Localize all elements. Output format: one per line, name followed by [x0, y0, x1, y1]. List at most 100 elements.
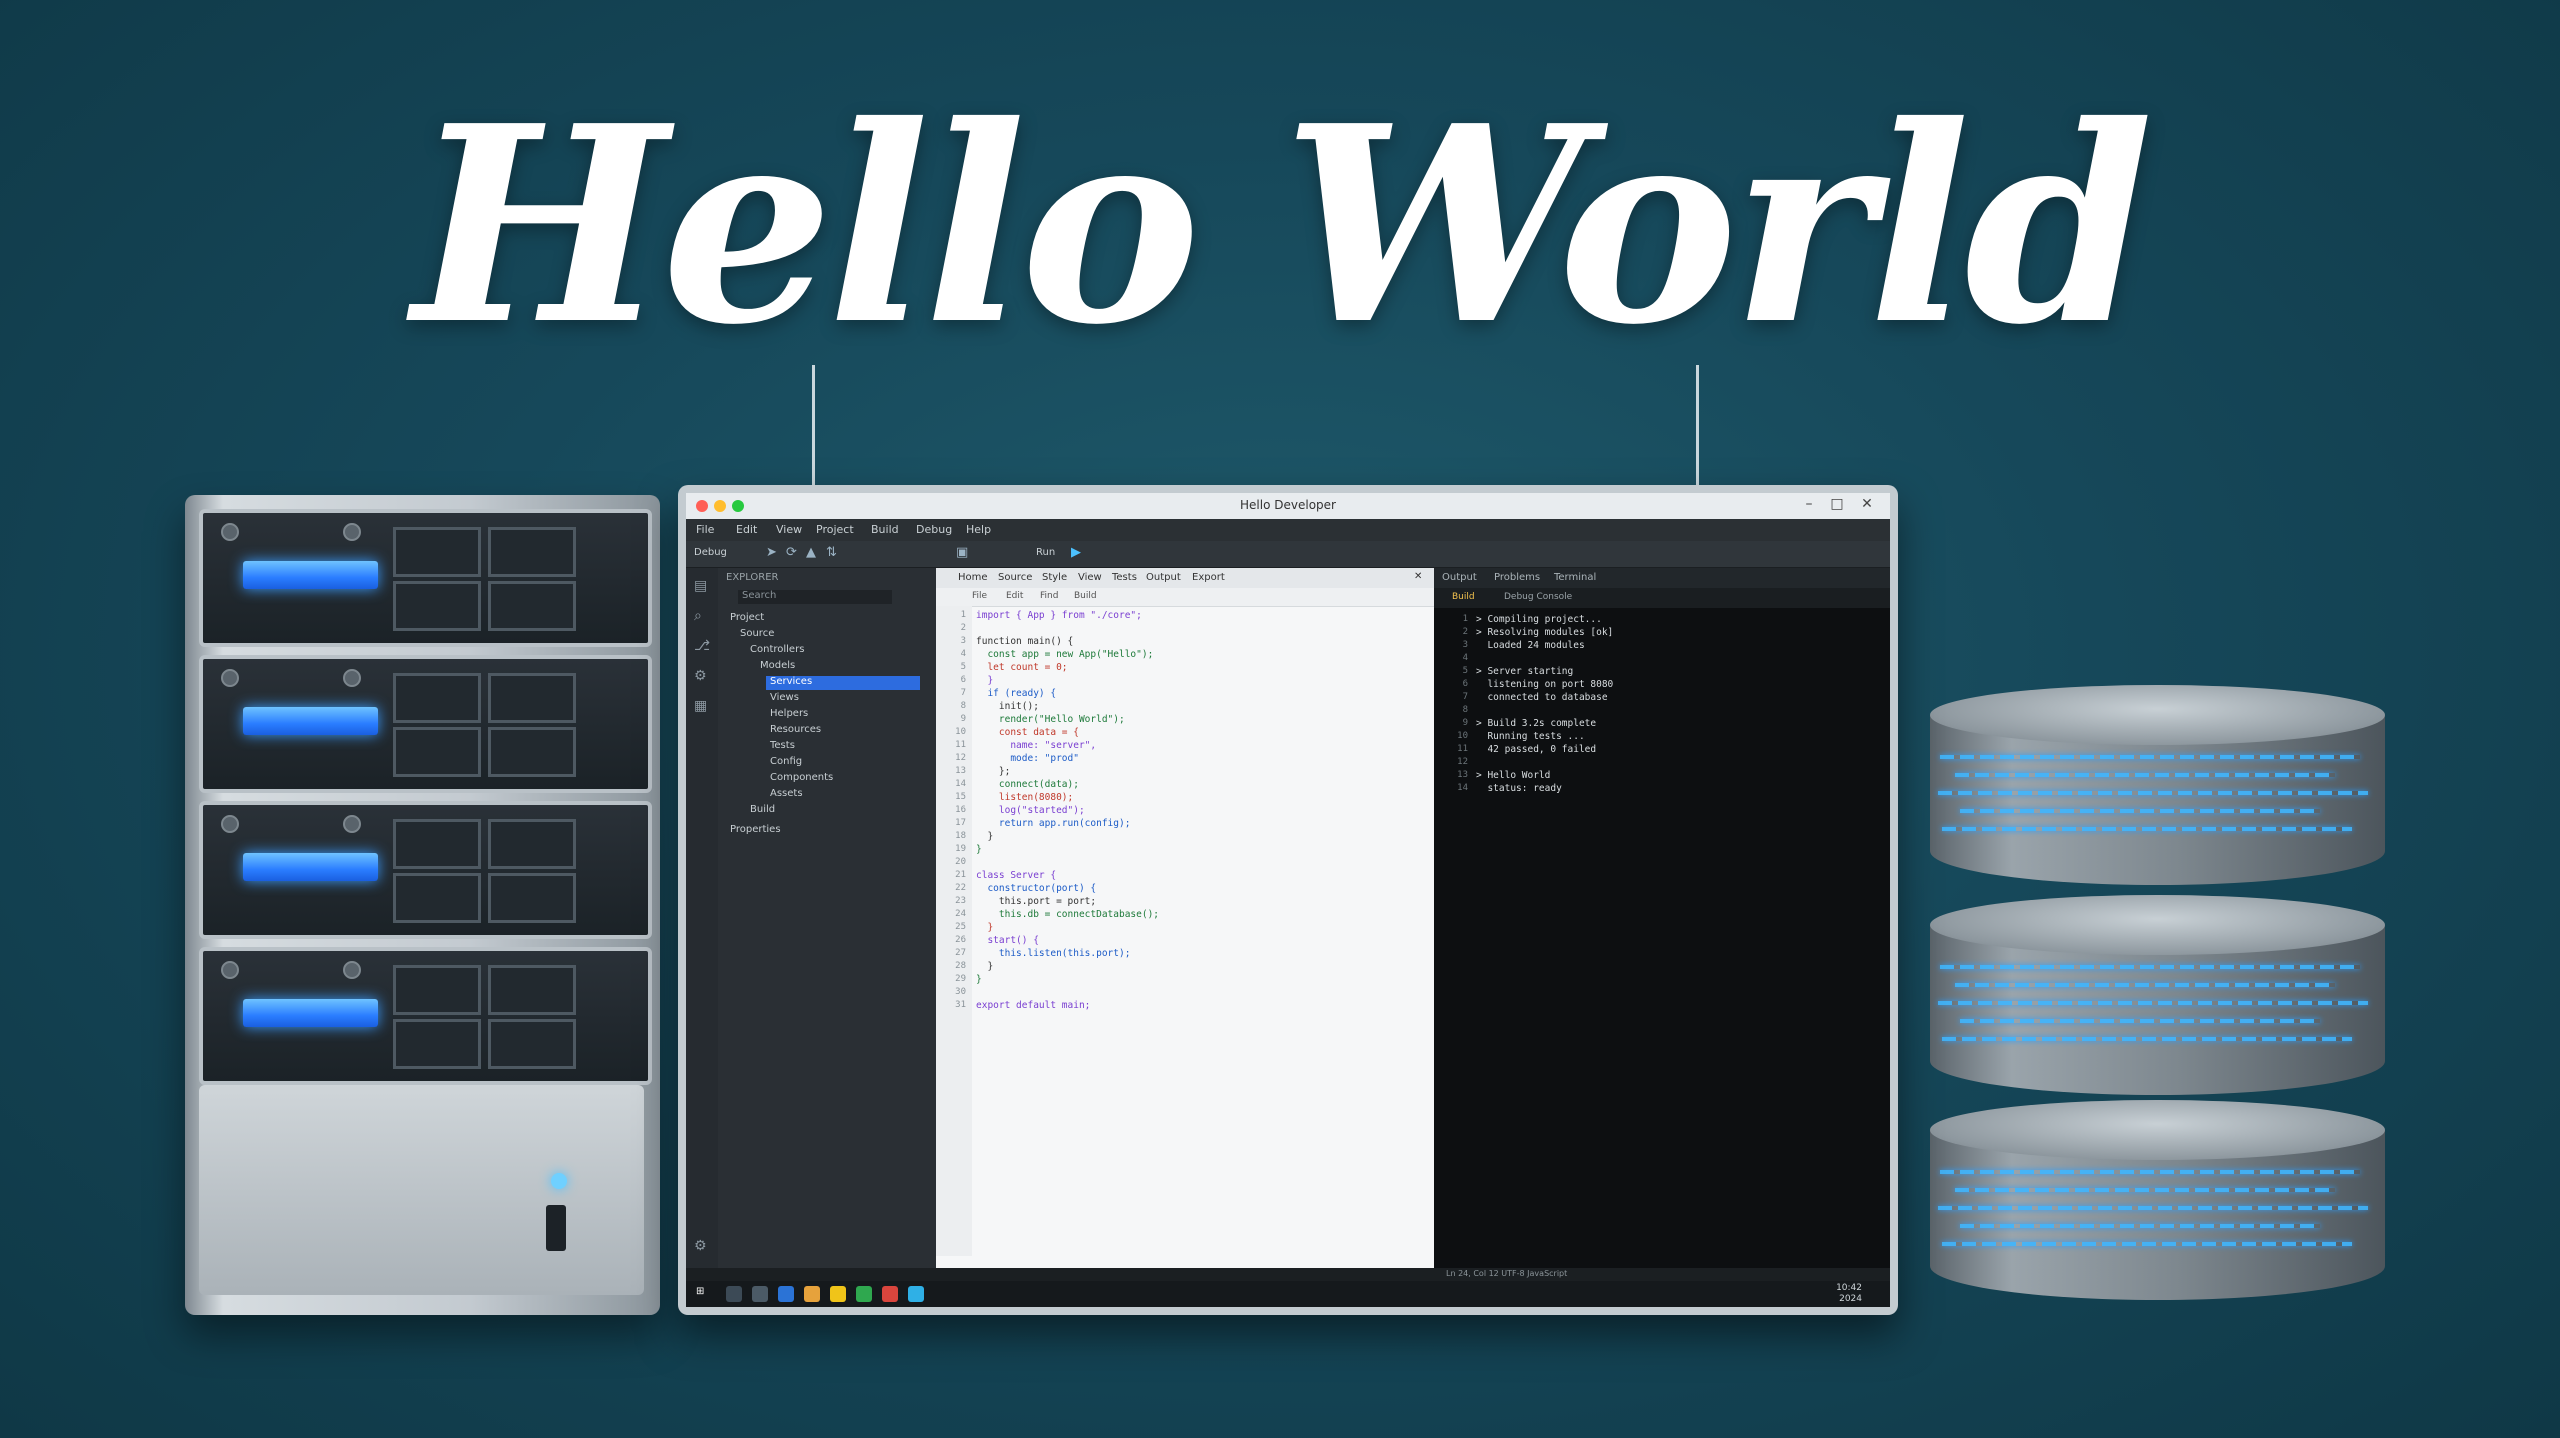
app-icon[interactable] — [804, 1286, 820, 1302]
run-button[interactable]: Run — [1036, 547, 1055, 558]
code-line: class Server { — [976, 870, 1057, 881]
editor-tabs: Home Source Style View Tests Output Expo… — [936, 568, 1434, 588]
terminal-bar-item[interactable]: Build — [1452, 592, 1475, 602]
bay-screw — [221, 961, 239, 979]
code-area[interactable]: import { App } from "./core"; function ma… — [976, 606, 1426, 1256]
maximize-icon[interactable]: □ — [1826, 496, 1848, 512]
menu-file[interactable]: File — [696, 523, 714, 536]
menu-help[interactable]: Help — [966, 523, 991, 536]
server-bay — [199, 947, 652, 1085]
code-line: mode: "prod" — [976, 753, 1079, 764]
terminal-line: connected to database — [1476, 692, 1608, 703]
drive-slot — [393, 965, 481, 1015]
data-line — [1938, 1206, 2368, 1210]
terminal-line-number: 14 — [1457, 783, 1468, 793]
refresh-icon[interactable]: ⟳ — [786, 545, 797, 560]
line-number: 25 — [955, 922, 966, 932]
app-icon[interactable] — [856, 1286, 872, 1302]
files-icon[interactable]: ▤ — [694, 578, 707, 594]
start-icon[interactable]: ⊞ — [696, 1286, 704, 1297]
editor-tab[interactable]: Home — [958, 572, 988, 583]
server-bay — [199, 655, 652, 793]
minimize-icon[interactable]: – — [1798, 496, 1820, 512]
data-line — [1942, 827, 2352, 831]
terminal-tab[interactable]: Output — [1442, 572, 1477, 583]
tree-item-selected[interactable]: Services — [766, 676, 920, 690]
tree-item[interactable]: Components — [770, 772, 833, 786]
editor-tool[interactable]: Find — [1040, 591, 1058, 601]
line-number: 30 — [955, 987, 966, 997]
menu-project[interactable]: Project — [816, 523, 854, 536]
step-icon[interactable]: ⇅ — [826, 545, 837, 560]
drive-slot — [393, 727, 481, 777]
app-icon[interactable] — [752, 1286, 768, 1302]
data-line — [1960, 1019, 2320, 1023]
drive-slot — [488, 819, 576, 869]
app-icon[interactable] — [830, 1286, 846, 1302]
tree-item[interactable]: Assets — [770, 788, 803, 802]
close-tab-icon[interactable]: ✕ — [1414, 571, 1422, 582]
line-number: 6 — [960, 675, 966, 685]
taskbar-clock[interactable]: 10:42 2024 — [1836, 1283, 1862, 1305]
terminal-tab[interactable]: Problems — [1494, 572, 1540, 583]
extensions-icon[interactable]: ▦ — [694, 698, 707, 714]
tree-item[interactable]: Controllers — [750, 644, 804, 658]
explorer-search[interactable]: Search — [738, 590, 892, 604]
menu-edit[interactable]: Edit — [736, 523, 757, 536]
menu-debug[interactable]: Debug — [916, 523, 952, 536]
settings-icon[interactable]: ⚙ — [694, 1238, 707, 1254]
git-icon[interactable]: ⎇ — [694, 638, 710, 654]
tree-item[interactable]: Views — [770, 692, 799, 706]
terminal-line-number: 11 — [1457, 744, 1468, 754]
menu-build[interactable]: Build — [871, 523, 899, 536]
drive-slot — [393, 819, 481, 869]
tree-item[interactable]: Project — [730, 612, 764, 626]
save-icon[interactable]: ▣ — [956, 545, 968, 560]
code-line: connect(data); — [976, 779, 1079, 790]
bay-led — [243, 561, 378, 589]
debug-icon[interactable]: ⚙ — [694, 668, 707, 684]
bay-screw — [221, 523, 239, 541]
editor-tab[interactable]: View — [1078, 572, 1102, 583]
editor-tab[interactable]: Style — [1042, 572, 1067, 583]
editor-tab[interactable]: Source — [998, 572, 1032, 583]
terminal-line-number: 4 — [1462, 653, 1468, 663]
menu-view[interactable]: View — [776, 523, 802, 536]
tree-item[interactable]: Tests — [770, 740, 795, 754]
line-number: 12 — [955, 753, 966, 763]
editor-tab[interactable]: Export — [1192, 572, 1225, 583]
editor-tool[interactable]: Build — [1074, 591, 1097, 601]
tree-item[interactable]: Resources — [770, 724, 821, 738]
tree-item[interactable]: Build — [750, 804, 775, 818]
app-icon[interactable] — [778, 1286, 794, 1302]
editor-tool[interactable]: File — [972, 591, 987, 601]
disk-top — [1930, 895, 2385, 955]
play-icon[interactable]: ▶ — [1071, 545, 1081, 560]
app-icon[interactable] — [882, 1286, 898, 1302]
target-selector[interactable]: Debug — [694, 547, 727, 558]
line-number: 11 — [955, 740, 966, 750]
toolbar: Debug ➤ ⟳ ▲ ⇅ ▣ Run ▶ — [686, 541, 1890, 568]
app-icon[interactable] — [908, 1286, 924, 1302]
line-number: 28 — [955, 961, 966, 971]
tree-item[interactable]: Models — [760, 660, 795, 674]
database-disk — [1930, 895, 2385, 1095]
build-icon[interactable]: ▲ — [806, 545, 816, 560]
tree-item[interactable]: Helpers — [770, 708, 808, 722]
tree-item[interactable]: Config — [770, 756, 802, 770]
line-number: 16 — [955, 805, 966, 815]
cursor-icon[interactable]: ➤ — [766, 545, 777, 560]
close-icon[interactable]: ✕ — [1856, 496, 1878, 512]
line-number: 17 — [955, 818, 966, 828]
tree-item[interactable]: Properties — [730, 824, 781, 838]
line-number: 4 — [960, 649, 966, 659]
terminal-tab[interactable]: Terminal — [1554, 572, 1596, 583]
editor-tab[interactable]: Tests — [1112, 572, 1137, 583]
editor-tool[interactable]: Edit — [1006, 591, 1023, 601]
search-icon[interactable]: ⌕ — [694, 608, 702, 624]
editor-tab[interactable]: Output — [1146, 572, 1181, 583]
terminal-bar-item[interactable]: Debug Console — [1504, 592, 1572, 602]
tree-item[interactable]: Source — [740, 628, 774, 642]
app-icon[interactable] — [726, 1286, 742, 1302]
code-line: } — [976, 922, 994, 933]
